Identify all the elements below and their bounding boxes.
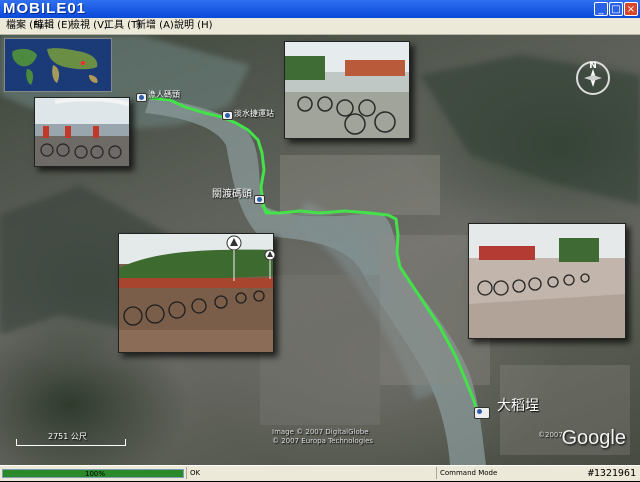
camera-icon[interactable]	[136, 93, 147, 102]
maximize-icon[interactable]: □	[609, 2, 623, 16]
photo-bikes-boardwalk[interactable]	[118, 233, 274, 353]
map-view[interactable]: N 漁人碼頭 淡水捷運站 關渡碼頭 大稻埕 2751 公尺 Image © 20…	[0, 35, 640, 465]
progress-bar: 100%	[2, 469, 184, 478]
menu-edit[interactable]: 編輯 (E)	[34, 18, 71, 34]
menu-bar: 檔案 (F) 編輯 (E) 檢視 (V) 工具 (T) 新增 (A) 說明 (H…	[0, 18, 640, 35]
photo-image	[119, 234, 273, 352]
watermark-id: #1321961	[587, 468, 636, 479]
google-logo: Google	[561, 427, 627, 449]
compass-icon[interactable]: N	[576, 61, 610, 95]
world-map-icon	[12, 48, 98, 85]
copyright-line: © 2007 Europa Technologies	[272, 437, 374, 445]
camera-icon[interactable]	[222, 111, 233, 120]
camera-icon[interactable]	[254, 195, 265, 204]
menu-view[interactable]: 檢視 (V)	[70, 18, 108, 34]
compass-needle-icon	[584, 69, 602, 87]
place-label: 漁人碼頭	[148, 90, 180, 99]
landmark-marker-icon[interactable]	[226, 235, 242, 281]
overview-minimap[interactable]	[4, 38, 112, 92]
map-copyright: Image © 2007 DigitalGlobe © 2007 Europa …	[272, 428, 373, 446]
menu-add[interactable]: 新增 (A)	[136, 18, 174, 34]
place-label: 大稻埕	[497, 398, 539, 414]
scale-label: 2751 公尺	[48, 432, 87, 441]
photo-bikes-pier[interactable]	[468, 223, 626, 339]
photo-image	[285, 42, 409, 138]
photo-image	[469, 224, 625, 338]
photo-bikes-plaza[interactable]	[284, 41, 410, 139]
camera-icon[interactable]	[474, 407, 490, 419]
place-label: 淡水捷運站	[234, 109, 274, 118]
photo-image	[35, 98, 129, 166]
close-icon[interactable]: ×	[624, 2, 638, 16]
photo-bikes-bridge[interactable]	[34, 97, 130, 167]
landmark-marker-icon[interactable]	[264, 249, 276, 279]
minimize-icon[interactable]: _	[594, 2, 608, 16]
copyright-line: Image © 2007 DigitalGlobe	[272, 428, 369, 436]
status-text: OK	[186, 467, 436, 479]
mode-text: Command Mode	[436, 467, 566, 479]
title-bar: MOBILE01 _ □ ×	[0, 0, 640, 18]
google-copyright-year: ©2007	[538, 431, 563, 439]
app-logo: MOBILE01	[3, 0, 87, 17]
status-bar: 100% OK Command Mode #1321961	[0, 465, 640, 481]
menu-help[interactable]: 說明 (H)	[174, 18, 213, 34]
place-label: 關渡碼頭	[212, 189, 252, 200]
